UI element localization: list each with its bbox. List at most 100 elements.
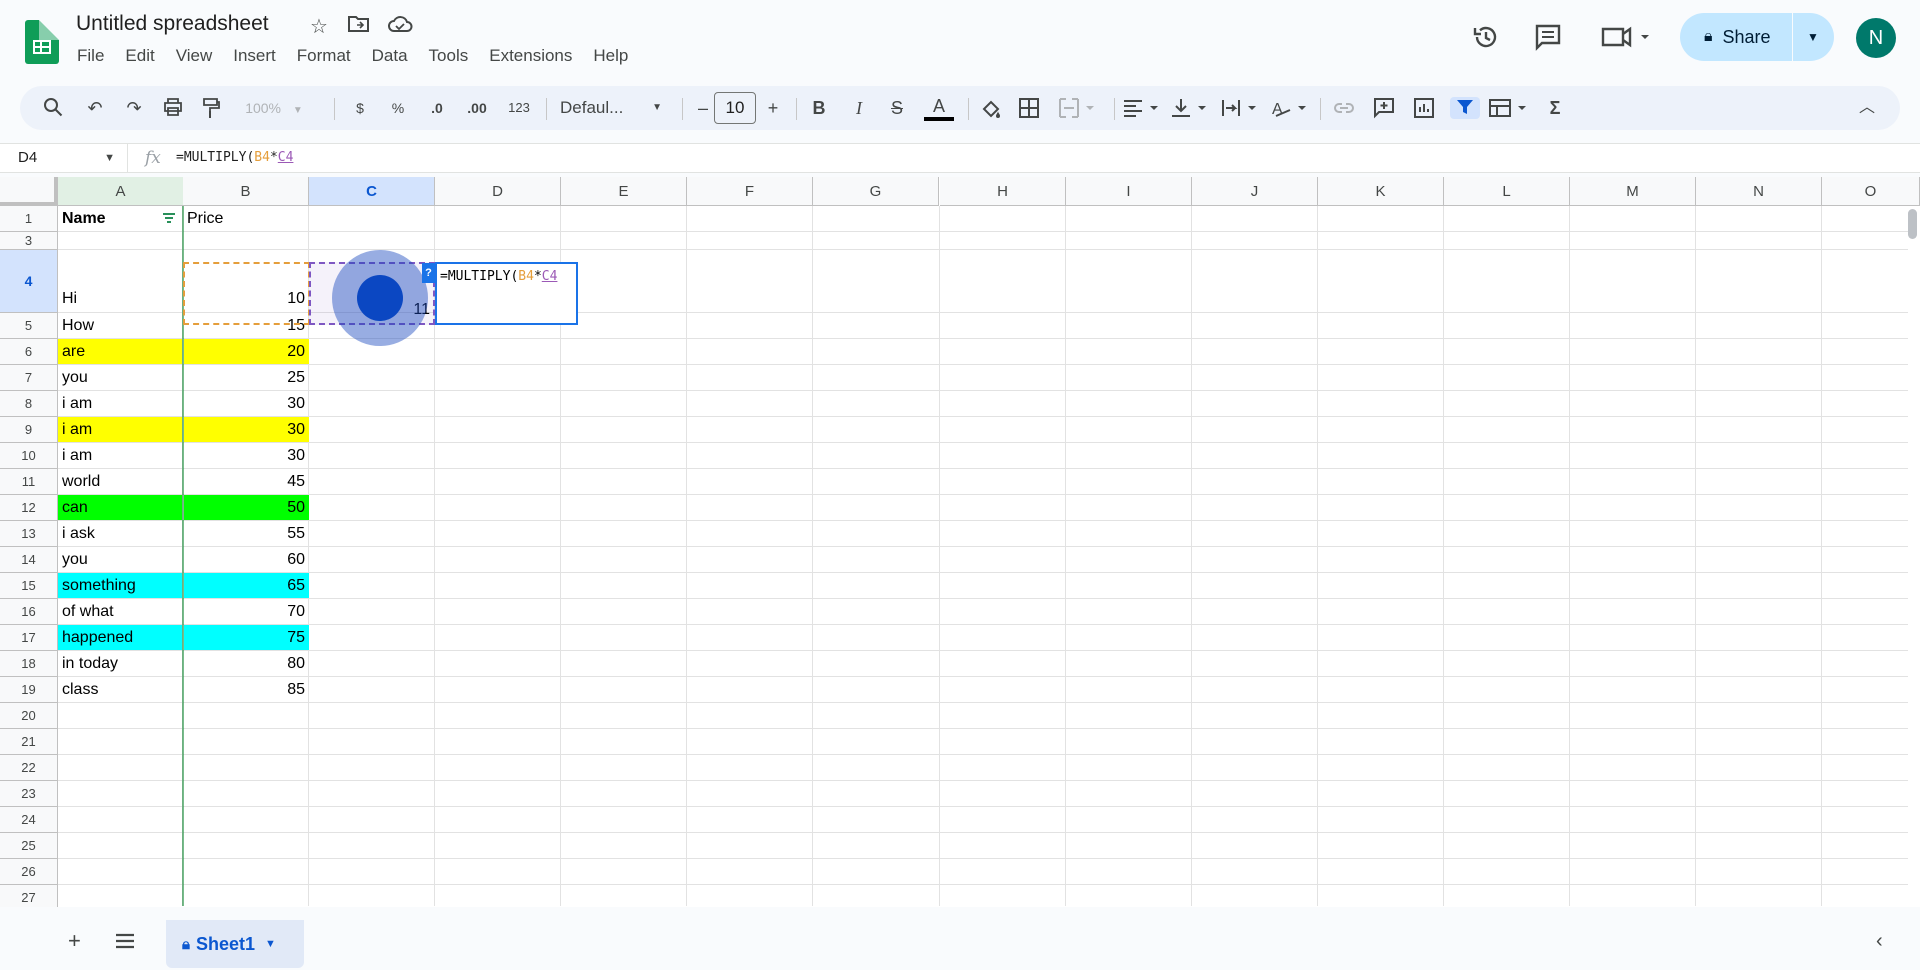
document-title[interactable]: Untitled spreadsheet <box>76 12 269 36</box>
increase-decimal-button[interactable]: .00 <box>462 97 492 119</box>
row-header-26[interactable]: 26 <box>0 859 58 885</box>
version-history-icon[interactable] <box>1471 22 1501 59</box>
search-menus-icon[interactable] <box>42 97 64 119</box>
chevron-down-icon[interactable]: ▼ <box>265 938 276 950</box>
cell-a9[interactable]: i am <box>58 417 182 442</box>
column-header-g[interactable]: G <box>813 177 939 206</box>
text-rotation-icon[interactable]: A <box>1270 97 1310 119</box>
increase-font-size-button[interactable]: + <box>762 97 784 119</box>
column-header-b[interactable]: B <box>183 177 309 206</box>
row-header-15[interactable]: 15 <box>0 573 58 599</box>
row-header-11[interactable]: 11 <box>0 469 58 495</box>
cell-b9[interactable]: 30 <box>184 417 309 442</box>
font-family-select[interactable]: Defaul... ▼ <box>560 97 670 119</box>
cell-b1[interactable]: Price <box>183 206 309 231</box>
more-formats-button[interactable]: 123 <box>504 97 534 119</box>
cell-b11[interactable]: 45 <box>184 469 309 494</box>
bold-button[interactable]: B <box>808 97 830 119</box>
cell-b14[interactable]: 60 <box>184 547 309 572</box>
add-sheet-button[interactable]: + <box>68 928 81 954</box>
cell-a13[interactable]: i ask <box>58 521 182 546</box>
zoom-select[interactable]: 100% ▼ <box>244 97 304 119</box>
cell-b10[interactable]: 30 <box>184 443 309 468</box>
cell-a7[interactable]: you <box>58 365 182 390</box>
menu-data[interactable]: Data <box>372 46 408 66</box>
select-all-corner[interactable] <box>0 177 58 206</box>
column-header-m[interactable]: M <box>1570 177 1696 206</box>
cell-b16[interactable]: 70 <box>184 599 309 624</box>
decrease-font-size-button[interactable]: – <box>692 97 714 119</box>
insert-link-icon[interactable] <box>1332 97 1356 119</box>
cell-a19[interactable]: class <box>58 677 182 702</box>
all-sheets-icon[interactable] <box>114 930 136 956</box>
cell-b19[interactable]: 85 <box>184 677 309 702</box>
text-wrapping-icon[interactable] <box>1220 97 1260 119</box>
cell-a17[interactable]: happened <box>58 625 182 650</box>
functions-icon[interactable]: Σ <box>1544 97 1566 119</box>
cell-b15[interactable]: 65 <box>184 573 309 598</box>
undo-icon[interactable]: ↶ <box>84 97 106 119</box>
fill-color-icon[interactable] <box>978 97 1004 119</box>
meet-video-icon[interactable] <box>1600 22 1652 59</box>
row-header-24[interactable]: 24 <box>0 807 58 833</box>
italic-button[interactable]: I <box>848 97 870 119</box>
cell-b8[interactable]: 30 <box>184 391 309 416</box>
row-header-8[interactable]: 8 <box>0 391 58 417</box>
cloud-status-icon[interactable] <box>387 14 413 40</box>
share-button[interactable]: 🔒︎ Share ▼ <box>1680 13 1834 61</box>
filter-dropdown-icon[interactable] <box>162 212 176 227</box>
collapse-menus-icon[interactable]: ︿ <box>1856 97 1878 119</box>
sheets-logo-icon[interactable] <box>25 20 59 64</box>
row-header-1[interactable]: 1 <box>0 206 58 232</box>
cell-b12[interactable]: 50 <box>184 495 309 520</box>
column-header-l[interactable]: L <box>1444 177 1570 206</box>
star-icon[interactable]: ☆ <box>310 14 328 39</box>
cell-b17[interactable]: 75 <box>184 625 309 650</box>
row-header-10[interactable]: 10 <box>0 443 58 469</box>
row-header-3[interactable]: 3 <box>0 232 58 250</box>
print-icon[interactable] <box>162 97 184 119</box>
paint-format-icon[interactable] <box>200 97 222 119</box>
row-header-7[interactable]: 7 <box>0 365 58 391</box>
menu-insert[interactable]: Insert <box>233 46 276 66</box>
insert-comment-icon[interactable] <box>1372 97 1396 119</box>
menu-file[interactable]: File <box>77 46 104 66</box>
column-header-f[interactable]: F <box>687 177 813 206</box>
cell-editor-d4[interactable]: =MULTIPLY(B4*C4 <box>435 262 578 325</box>
row-header-6[interactable]: 6 <box>0 339 58 365</box>
cell-a16[interactable]: of what <box>58 599 182 624</box>
name-box[interactable]: D4 ▼ <box>0 144 128 172</box>
cell-a14[interactable]: you <box>58 547 182 572</box>
strikethrough-button[interactable]: S <box>886 97 908 119</box>
share-dropdown-icon[interactable]: ▼ <box>1793 30 1833 44</box>
font-size-input[interactable]: 10 <box>714 92 756 124</box>
percent-format-button[interactable]: % <box>388 97 408 119</box>
vertical-align-icon[interactable] <box>1170 97 1210 119</box>
column-header-h[interactable]: H <box>940 177 1066 206</box>
menu-extensions[interactable]: Extensions <box>489 46 572 66</box>
move-folder-icon[interactable] <box>348 14 370 40</box>
cell-b13[interactable]: 55 <box>184 521 309 546</box>
horizontal-align-icon[interactable] <box>1122 97 1162 119</box>
side-panel-toggle-icon[interactable]: ‹ <box>1876 930 1883 953</box>
cell-a6[interactable]: are <box>58 339 182 364</box>
row-header-23[interactable]: 23 <box>0 781 58 807</box>
filter-icon[interactable] <box>1450 97 1480 119</box>
formula-input[interactable]: =MULTIPLY(B4*C4 <box>176 150 293 165</box>
menu-tools[interactable]: Tools <box>429 46 469 66</box>
cell-a18[interactable]: in today <box>58 651 182 676</box>
column-header-o[interactable]: O <box>1822 177 1920 206</box>
column-header-j[interactable]: J <box>1192 177 1318 206</box>
formula-help-tag[interactable]: ? <box>422 263 435 283</box>
row-header-5[interactable]: 5 <box>0 313 58 339</box>
row-header-4[interactable]: 4 <box>0 250 58 313</box>
row-header-16[interactable]: 16 <box>0 599 58 625</box>
row-header-14[interactable]: 14 <box>0 547 58 573</box>
cell-b18[interactable]: 80 <box>184 651 309 676</box>
cell-a5[interactable]: How <box>58 313 182 338</box>
row-header-13[interactable]: 13 <box>0 521 58 547</box>
spreadsheet-grid[interactable]: ABCDEFGHIJKLMNO 1 3 4 5 6 7 8 9 10 11 12 13 14 15 16 17… <box>0 177 1920 907</box>
column-header-d[interactable]: D <box>435 177 561 206</box>
column-header-e[interactable]: E <box>561 177 687 206</box>
cell-a4[interactable]: Hi <box>58 250 182 312</box>
